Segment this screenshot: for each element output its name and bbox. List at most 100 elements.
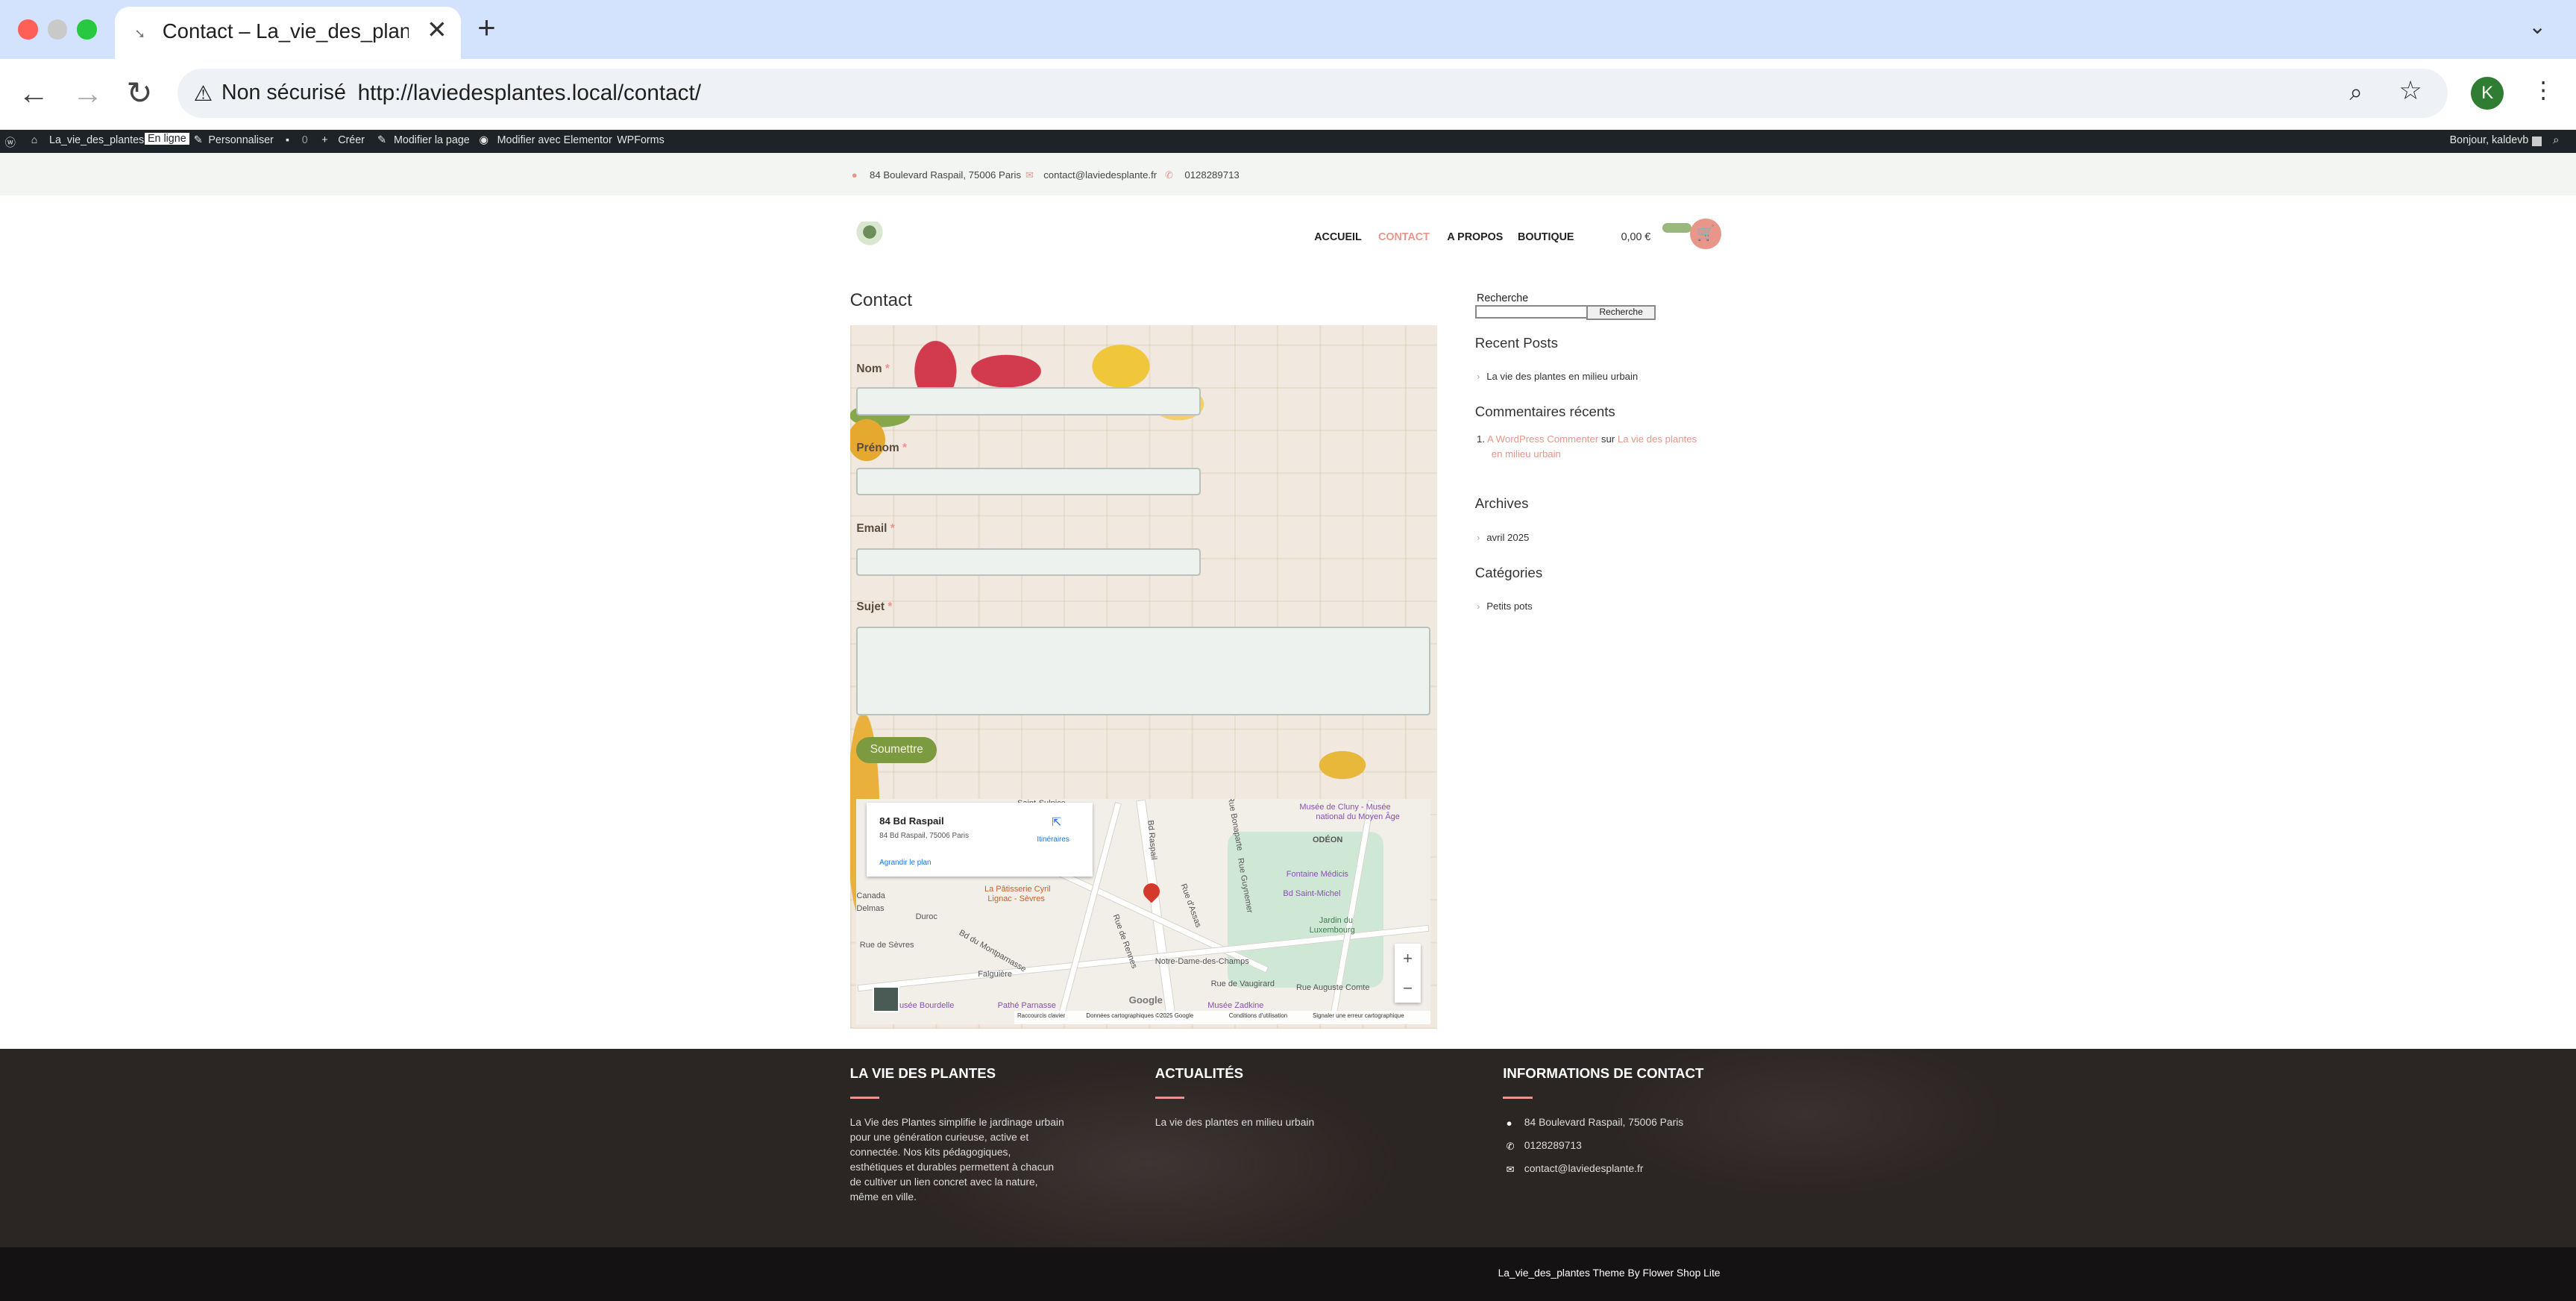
map-card-address: 84 Bd Raspail, 75006 Paris (879, 832, 970, 841)
archives-title: Archives (1474, 495, 1529, 512)
admin-edit-elementor[interactable]: Modifier avec Elementor (497, 134, 612, 146)
directions-link[interactable]: Itinéraires (1037, 836, 1069, 844)
browser-tab-active[interactable]: ➘ Contact – La_vie_des_plantes ✕ (115, 6, 462, 60)
map-shortcuts-link[interactable]: Raccourcis clavier (1017, 1012, 1065, 1019)
tab-search-chevron-icon[interactable]: ⌄ (2528, 13, 2546, 40)
firstname-input[interactable] (856, 467, 1201, 496)
site-logo[interactable] (855, 222, 885, 248)
google-logo: Google (1128, 994, 1163, 1006)
name-input[interactable] (856, 387, 1201, 416)
contact-form: Nom * Prénom * Email * Sujet * Soumettre… (849, 325, 1438, 1029)
comment-author-link[interactable]: A WordPress Commenter (1487, 433, 1598, 445)
user-avatar[interactable] (2531, 136, 2542, 146)
admin-customize[interactable]: Personnaliser (208, 134, 273, 146)
sidebar-search-button[interactable]: Recherche (1586, 305, 1656, 320)
info-phone[interactable]: 0128289713 (1184, 169, 1239, 181)
zoom-in-button[interactable]: + (1395, 944, 1421, 974)
footer-col1-text: La Vie des Plantes simplifie le jardinag… (850, 1115, 1064, 1204)
map-report-link[interactable]: Signaler une erreur cartographique (1313, 1012, 1404, 1019)
forward-arrow-icon[interactable]: → (72, 74, 104, 113)
footer-address: 84 Boulevard Raspail, 75006 Paris (1524, 1115, 1684, 1128)
map-footer: Raccourcis clavier Données cartographiqu… (1014, 1011, 1431, 1024)
footer-col3-title: INFORMATIONS DE CONTACT (1503, 1065, 1704, 1081)
map-label: Duroc (915, 912, 937, 922)
submit-button[interactable]: Soumettre (856, 736, 937, 763)
wordpress-logo-icon[interactable]: ⓦ (5, 134, 16, 150)
admin-site-name[interactable]: La_vie_des_plantes (49, 134, 144, 146)
nav-a-propos[interactable]: A PROPOS (1447, 231, 1503, 243)
zoom-out-button[interactable]: − (1395, 974, 1421, 1003)
address-bar[interactable]: ⚠ Non sécurisé http://laviedesplantes.lo… (177, 69, 2448, 119)
info-address: 84 Boulevard Raspail, 75006 Paris (870, 169, 1022, 181)
recent-post-link[interactable]: La vie des plantes en milieu urbain (1486, 371, 1638, 382)
cart-total[interactable]: 0,00 € (1621, 231, 1651, 243)
email-input[interactable] (856, 548, 1201, 577)
category-link[interactable]: Petits pots (1486, 601, 1533, 612)
admin-wpforms[interactable]: WPForms (617, 134, 665, 146)
admin-search-icon[interactable]: ⌕ (2553, 134, 2559, 146)
recent-post-item[interactable]: › La vie des plantes en milieu urbain (1477, 371, 1638, 382)
bookmark-star-icon[interactable]: ☆ (2398, 75, 2422, 106)
archive-item[interactable]: › avril 2025 (1477, 532, 1529, 543)
bullet-icon: › (1477, 531, 1480, 543)
info-email[interactable]: contact@laviedesplante.fr (1043, 169, 1157, 181)
new-tab-button[interactable]: + (477, 10, 495, 46)
site-footer: LA VIE DES PLANTES La Vie des Plantes si… (0, 1048, 2576, 1247)
nav-accueil[interactable]: ACCUEIL (1314, 231, 1362, 243)
maximize-window-button[interactable] (77, 19, 97, 40)
theme-credit[interactable]: La_vie_des_plantes Theme By Flower Shop … (1498, 1267, 1721, 1279)
sidebar-search-input[interactable] (1474, 305, 1589, 319)
subject-textarea[interactable] (856, 627, 1431, 716)
zoom-icon[interactable]: ⌕ (2349, 79, 2362, 107)
map-terms-link[interactable]: Conditions d'utilisation (1229, 1012, 1287, 1019)
comment-number: 1. (1477, 433, 1485, 445)
minimize-window-button[interactable] (47, 19, 68, 40)
loading-icon: ➘ (134, 26, 146, 42)
footer-email[interactable]: contact@laviedesplante.fr (1524, 1162, 1644, 1174)
warning-icon[interactable]: ⚠ (194, 81, 213, 107)
tab-close-icon[interactable]: ✕ (427, 15, 447, 44)
map-label: Rue d'Assas (1178, 882, 1204, 929)
satellite-toggle[interactable] (873, 986, 899, 1013)
pencil-icon: ✎ (377, 134, 386, 147)
back-arrow-icon[interactable]: ← (18, 74, 49, 113)
close-window-button[interactable] (18, 19, 38, 40)
reload-icon[interactable]: ↻ (126, 74, 152, 113)
recent-posts-title: Recent Posts (1474, 334, 1558, 351)
browser-menu-icon[interactable]: ⋮ (2532, 77, 2555, 104)
admin-edit-page[interactable]: Modifier la page (394, 134, 470, 146)
map-zoom-control: + − (1394, 943, 1421, 1003)
cart-icon[interactable]: 🛒 (1690, 218, 1721, 250)
directions-icon[interactable]: ⇱ (1052, 815, 1061, 830)
enlarge-map-link[interactable]: Agrandir le plan (879, 859, 931, 867)
admin-comments-count[interactable]: 0 (302, 134, 308, 146)
category-item[interactable]: › Petits pots (1477, 601, 1533, 612)
admin-greeting[interactable]: Bonjour, kaldevb (2450, 134, 2529, 146)
map-card-title: 84 Bd Raspail (879, 815, 944, 827)
map-label: national du Moyen Âge (1316, 812, 1400, 821)
map-pin-icon[interactable] (1140, 880, 1163, 903)
location-icon: ● (851, 169, 858, 181)
map-label: Falguière (978, 970, 1013, 979)
profile-avatar[interactable]: K (2471, 77, 2504, 110)
email-label-text: Email (856, 521, 888, 535)
recent-comment-item: 1. A WordPress Commenter sur La vie des … (1477, 433, 1697, 445)
map-label: Delmas (856, 904, 885, 914)
nav-boutique[interactable]: BOUTIQUE (1518, 231, 1574, 243)
admin-create[interactable]: Créer (338, 134, 365, 146)
categories-title: Catégories (1474, 564, 1543, 580)
footer-phone[interactable]: 0128289713 (1524, 1139, 1582, 1151)
comment-post-link-line2[interactable]: en milieu urbain (1492, 448, 1561, 460)
footer-col2-title: ACTUALITÉS (1155, 1065, 1244, 1081)
archive-link[interactable]: avril 2025 (1486, 532, 1529, 543)
map-label: Musée Bourdelle (892, 1000, 955, 1010)
nav-contact[interactable]: CONTACT (1378, 231, 1430, 243)
url-text[interactable]: http://laviedesplantes.local/contact/ (358, 81, 701, 106)
google-map[interactable]: Musée de Cluny - Musée national du Moyen… (856, 799, 1431, 1024)
footer-news-link[interactable]: La vie des plantes en milieu urbain (1155, 1115, 1314, 1129)
security-status[interactable]: Non sécurisé (222, 81, 346, 105)
comment-post-link[interactable]: La vie des plantes (1618, 433, 1697, 445)
cart-toggle[interactable] (1662, 223, 1692, 233)
footer-phone-icon: ✆ (1506, 1140, 1515, 1152)
map-label: Canada (856, 891, 885, 900)
